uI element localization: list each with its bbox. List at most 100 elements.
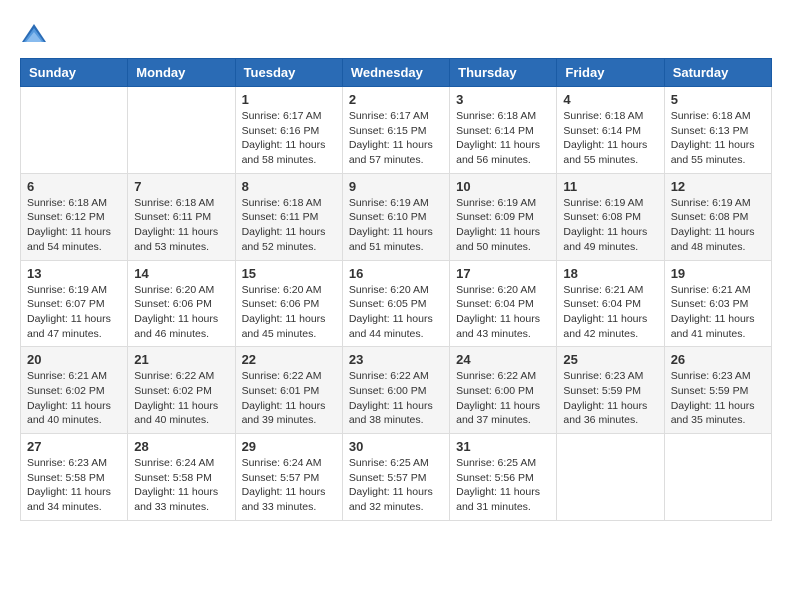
day-detail: Sunrise: 6:21 AM Sunset: 6:04 PM Dayligh…: [563, 283, 657, 342]
day-number: 8: [242, 179, 336, 194]
day-number: 19: [671, 266, 765, 281]
calendar-cell: 10 Sunrise: 6:19 AM Sunset: 6:09 PM Dayli…: [450, 173, 557, 260]
calendar-header-saturday: Saturday: [664, 59, 771, 87]
day-number: 4: [563, 92, 657, 107]
calendar-cell: 9 Sunrise: 6:19 AM Sunset: 6:10 PM Daylig…: [342, 173, 449, 260]
day-detail: Sunrise: 6:22 AM Sunset: 6:01 PM Dayligh…: [242, 369, 336, 428]
logo: [20, 20, 52, 48]
day-number: 29: [242, 439, 336, 454]
calendar-week-row: 27Sunrise: 6:23 AM Sunset: 5:58 PM Dayli…: [21, 434, 772, 521]
calendar-cell: 12 Sunrise: 6:19 AM Sunset: 6:08 PM Dayli…: [664, 173, 771, 260]
calendar-header-row: SundayMondayTuesdayWednesdayThursdayFrid…: [21, 59, 772, 87]
calendar-cell: 26 Sunrise: 6:23 AM Sunset: 5:59 PM Dayli…: [664, 347, 771, 434]
day-number: 16: [349, 266, 443, 281]
calendar-cell: 1Sunrise: 6:17 AM Sunset: 6:16 PM Daylig…: [235, 87, 342, 174]
day-detail: Sunrise: 6:21 AM Sunset: 6:02 PM Dayligh…: [27, 369, 121, 428]
calendar-cell: 29 Sunrise: 6:24 AM Sunset: 5:57 PM Dayli…: [235, 434, 342, 521]
day-number: 12: [671, 179, 765, 194]
calendar-cell: 2 Sunrise: 6:17 AM Sunset: 6:15 PM Daylig…: [342, 87, 449, 174]
calendar-header-monday: Monday: [128, 59, 235, 87]
page-header: [20, 20, 772, 48]
day-detail: Sunrise: 6:22 AM Sunset: 6:02 PM Dayligh…: [134, 369, 228, 428]
calendar-header-sunday: Sunday: [21, 59, 128, 87]
calendar-header-thursday: Thursday: [450, 59, 557, 87]
calendar-cell: 28 Sunrise: 6:24 AM Sunset: 5:58 PM Dayli…: [128, 434, 235, 521]
day-detail: Sunrise: 6:19 AM Sunset: 6:10 PM Dayligh…: [349, 196, 443, 255]
day-detail: Sunrise: 6:18 AM Sunset: 6:14 PM Dayligh…: [456, 109, 550, 168]
calendar-cell: 16Sunrise: 6:20 AM Sunset: 6:05 PM Dayli…: [342, 260, 449, 347]
day-detail: Sunrise: 6:18 AM Sunset: 6:12 PM Dayligh…: [27, 196, 121, 255]
calendar-week-row: 1Sunrise: 6:17 AM Sunset: 6:16 PM Daylig…: [21, 87, 772, 174]
day-detail: Sunrise: 6:25 AM Sunset: 5:56 PM Dayligh…: [456, 456, 550, 515]
calendar-cell: 27Sunrise: 6:23 AM Sunset: 5:58 PM Dayli…: [21, 434, 128, 521]
calendar-cell: [557, 434, 664, 521]
calendar-week-row: 20 Sunrise: 6:21 AM Sunset: 6:02 PM Dayli…: [21, 347, 772, 434]
day-number: 2: [349, 92, 443, 107]
day-number: 1: [242, 92, 336, 107]
day-number: 30: [349, 439, 443, 454]
calendar-cell: 17 Sunrise: 6:20 AM Sunset: 6:04 PM Dayli…: [450, 260, 557, 347]
day-number: 21: [134, 352, 228, 367]
day-detail: Sunrise: 6:23 AM Sunset: 5:59 PM Dayligh…: [671, 369, 765, 428]
day-number: 5: [671, 92, 765, 107]
day-detail: Sunrise: 6:19 AM Sunset: 6:08 PM Dayligh…: [671, 196, 765, 255]
day-number: 7: [134, 179, 228, 194]
day-number: 22: [242, 352, 336, 367]
calendar-week-row: 13 Sunrise: 6:19 AM Sunset: 6:07 PM Dayli…: [21, 260, 772, 347]
day-number: 20: [27, 352, 121, 367]
calendar-cell: 24 Sunrise: 6:22 AM Sunset: 6:00 PM Dayli…: [450, 347, 557, 434]
calendar-week-row: 6 Sunrise: 6:18 AM Sunset: 6:12 PM Daylig…: [21, 173, 772, 260]
day-number: 23: [349, 352, 443, 367]
day-number: 24: [456, 352, 550, 367]
day-detail: Sunrise: 6:24 AM Sunset: 5:58 PM Dayligh…: [134, 456, 228, 515]
calendar-cell: 8 Sunrise: 6:18 AM Sunset: 6:11 PM Daylig…: [235, 173, 342, 260]
day-number: 28: [134, 439, 228, 454]
day-number: 27: [27, 439, 121, 454]
calendar-cell: [664, 434, 771, 521]
calendar-cell: 19 Sunrise: 6:21 AM Sunset: 6:03 PM Dayli…: [664, 260, 771, 347]
calendar-table: SundayMondayTuesdayWednesdayThursdayFrid…: [20, 58, 772, 521]
day-detail: Sunrise: 6:18 AM Sunset: 6:11 PM Dayligh…: [242, 196, 336, 255]
calendar-cell: 25 Sunrise: 6:23 AM Sunset: 5:59 PM Dayli…: [557, 347, 664, 434]
day-detail: Sunrise: 6:21 AM Sunset: 6:03 PM Dayligh…: [671, 283, 765, 342]
calendar-cell: [128, 87, 235, 174]
calendar-cell: 14 Sunrise: 6:20 AM Sunset: 6:06 PM Dayli…: [128, 260, 235, 347]
calendar-cell: 3 Sunrise: 6:18 AM Sunset: 6:14 PM Daylig…: [450, 87, 557, 174]
day-number: 25: [563, 352, 657, 367]
day-detail: Sunrise: 6:22 AM Sunset: 6:00 PM Dayligh…: [456, 369, 550, 428]
calendar-header-tuesday: Tuesday: [235, 59, 342, 87]
day-number: 17: [456, 266, 550, 281]
day-number: 13: [27, 266, 121, 281]
day-detail: Sunrise: 6:17 AM Sunset: 6:15 PM Dayligh…: [349, 109, 443, 168]
day-number: 6: [27, 179, 121, 194]
day-number: 10: [456, 179, 550, 194]
day-detail: Sunrise: 6:20 AM Sunset: 6:04 PM Dayligh…: [456, 283, 550, 342]
day-detail: Sunrise: 6:23 AM Sunset: 5:59 PM Dayligh…: [563, 369, 657, 428]
day-detail: Sunrise: 6:25 AM Sunset: 5:57 PM Dayligh…: [349, 456, 443, 515]
calendar-cell: 30 Sunrise: 6:25 AM Sunset: 5:57 PM Dayli…: [342, 434, 449, 521]
day-detail: Sunrise: 6:24 AM Sunset: 5:57 PM Dayligh…: [242, 456, 336, 515]
calendar-cell: 13 Sunrise: 6:19 AM Sunset: 6:07 PM Dayli…: [21, 260, 128, 347]
calendar-cell: 23Sunrise: 6:22 AM Sunset: 6:00 PM Dayli…: [342, 347, 449, 434]
day-number: 11: [563, 179, 657, 194]
calendar-header-friday: Friday: [557, 59, 664, 87]
day-number: 26: [671, 352, 765, 367]
day-detail: Sunrise: 6:19 AM Sunset: 6:09 PM Dayligh…: [456, 196, 550, 255]
calendar-cell: 20 Sunrise: 6:21 AM Sunset: 6:02 PM Dayli…: [21, 347, 128, 434]
day-detail: Sunrise: 6:18 AM Sunset: 6:13 PM Dayligh…: [671, 109, 765, 168]
day-detail: Sunrise: 6:20 AM Sunset: 6:06 PM Dayligh…: [242, 283, 336, 342]
calendar-cell: 31 Sunrise: 6:25 AM Sunset: 5:56 PM Dayli…: [450, 434, 557, 521]
day-detail: Sunrise: 6:18 AM Sunset: 6:11 PM Dayligh…: [134, 196, 228, 255]
day-detail: Sunrise: 6:20 AM Sunset: 6:06 PM Dayligh…: [134, 283, 228, 342]
day-number: 9: [349, 179, 443, 194]
day-number: 31: [456, 439, 550, 454]
calendar-cell: 21 Sunrise: 6:22 AM Sunset: 6:02 PM Dayli…: [128, 347, 235, 434]
calendar-cell: 18Sunrise: 6:21 AM Sunset: 6:04 PM Dayli…: [557, 260, 664, 347]
calendar-cell: 22 Sunrise: 6:22 AM Sunset: 6:01 PM Dayli…: [235, 347, 342, 434]
calendar-header-wednesday: Wednesday: [342, 59, 449, 87]
calendar-cell: 5 Sunrise: 6:18 AM Sunset: 6:13 PM Daylig…: [664, 87, 771, 174]
day-number: 14: [134, 266, 228, 281]
day-detail: Sunrise: 6:19 AM Sunset: 6:07 PM Dayligh…: [27, 283, 121, 342]
day-number: 3: [456, 92, 550, 107]
day-detail: Sunrise: 6:19 AM Sunset: 6:08 PM Dayligh…: [563, 196, 657, 255]
